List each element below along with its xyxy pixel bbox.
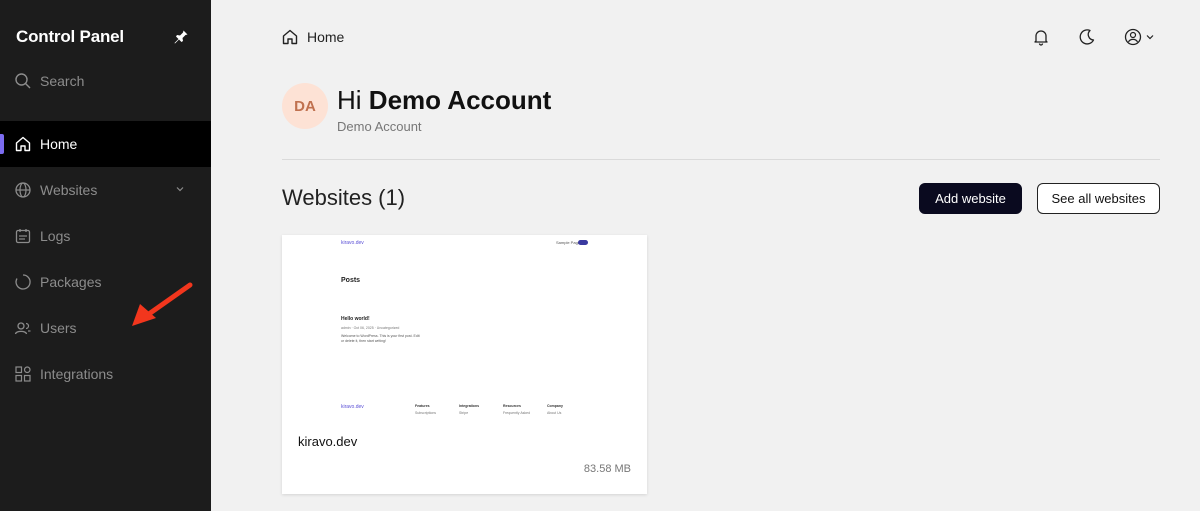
- preview-post-meta: admin · Oct 06, 2025 · Uncategorized: [341, 326, 400, 330]
- preview-footer-col: Features Subscriptions: [415, 404, 436, 415]
- preview-footer-item: About Us: [547, 411, 562, 415]
- preview-footer-item: Subscriptions: [415, 411, 437, 415]
- sidebar-item-logs[interactable]: Logs: [0, 213, 211, 259]
- preview-footer-item: Frequently Asked: [503, 411, 531, 415]
- sidebar-item-label: Websites: [40, 182, 98, 198]
- website-name[interactable]: kiravo.dev: [298, 434, 357, 449]
- search-icon: [15, 73, 31, 89]
- greeting-name: Demo Account: [368, 85, 552, 115]
- packages-icon: [15, 274, 31, 290]
- avatar: DA: [282, 83, 328, 129]
- users-icon: [14, 322, 31, 335]
- annotation-arrow-icon: [132, 282, 193, 326]
- add-website-button[interactable]: Add website: [919, 183, 1022, 214]
- preview-sample-link: Sample Page: [556, 240, 581, 245]
- preview-footer-head: Features: [415, 404, 430, 408]
- section-title: Websites (1): [282, 185, 406, 210]
- chevron-down-icon: [176, 187, 184, 192]
- divider: [282, 159, 1160, 160]
- brand-title: Control Panel: [16, 27, 124, 46]
- preview-footer-head: Company: [547, 404, 563, 408]
- preview-toggle: [578, 240, 588, 245]
- home-icon: [15, 136, 31, 152]
- sidebar-item-label: Users: [40, 320, 77, 336]
- search-label: Search: [40, 73, 85, 89]
- globe-icon: [15, 182, 31, 198]
- sidebar-item-label: Logs: [40, 228, 71, 244]
- sidebar-item-label: Home: [40, 136, 78, 152]
- preview-footer-head: Resources: [503, 404, 521, 408]
- integrations-icon: [15, 366, 31, 382]
- preview-footer-col: Resources Frequently Asked: [503, 404, 530, 415]
- bell-icon[interactable]: [1032, 28, 1050, 46]
- pin-icon[interactable]: [173, 28, 189, 44]
- breadcrumb[interactable]: Home: [281, 28, 344, 46]
- sidebar-item-home[interactable]: Home: [0, 121, 211, 167]
- moon-icon[interactable]: [1078, 28, 1096, 46]
- page-title: Hi Demo Account: [337, 85, 551, 116]
- website-size: 83.58 MB: [583, 463, 631, 475]
- preview-footer-head: Integrations: [459, 404, 480, 408]
- preview-post-title: Hello world!: [341, 316, 370, 322]
- preview-footer-col: Company About Us: [547, 404, 563, 415]
- breadcrumb-label: Home: [307, 29, 345, 45]
- sidebar-search[interactable]: Search: [14, 71, 84, 91]
- preview-footer-col: Integrations Stripe: [459, 404, 479, 415]
- home-icon: [282, 29, 298, 45]
- website-preview-thumbnail[interactable]: kiravo.dev Sample Page Posts Hello world…: [282, 235, 647, 425]
- sidebar-item-websites[interactable]: Websites: [0, 167, 211, 213]
- preview-footer-logo: kiravo.dev: [341, 404, 364, 410]
- website-card[interactable]: kiravo.dev Sample Page Posts Hello world…: [282, 235, 647, 494]
- preview-post-body: Welcome to WordPress. This is your first…: [341, 334, 420, 343]
- preview-footer-item: Stripe: [459, 411, 469, 415]
- account-subtitle: Demo Account: [337, 119, 422, 134]
- user-menu-icon[interactable]: [1124, 28, 1158, 46]
- preview-posts-heading: Posts: [341, 277, 361, 284]
- sidebar-item-label: Integrations: [40, 366, 114, 382]
- sidebar: Control Panel Search Home Websites Logs …: [0, 0, 211, 511]
- sidebar-item-label: Packages: [40, 274, 102, 290]
- logs-icon: [15, 229, 31, 244]
- preview-logo: kiravo.dev: [341, 240, 364, 246]
- see-all-websites-button[interactable]: See all websites: [1037, 183, 1160, 214]
- greeting-hi: Hi: [337, 85, 362, 115]
- sidebar-item-integrations[interactable]: Integrations: [0, 351, 211, 397]
